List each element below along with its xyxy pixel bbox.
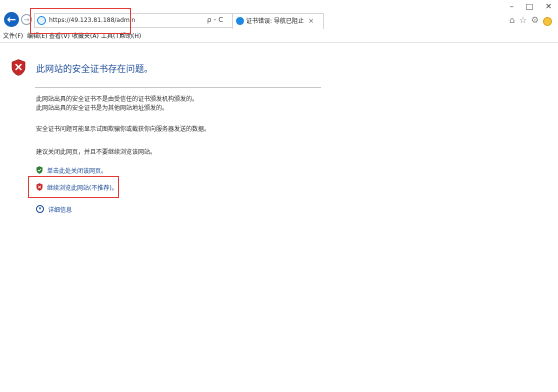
tab-ie-icon — [236, 17, 244, 25]
chevron-down-icon: ▾ — [36, 205, 44, 213]
details-label[interactable]: 详细信息 — [48, 205, 72, 214]
annotation-url-highlight — [30, 8, 131, 34]
cert-untrusted-text: 此网站出具的安全证书不是由受信任的证书颁发机构颁发的。 — [36, 96, 199, 103]
toolbar-icons: ⌂ ☆ ⚙ — [509, 16, 552, 26]
tab-title: 证书错误: 导航已阻止 — [246, 18, 304, 25]
tab-certificate-error[interactable]: 证书错误: 导航已阻止 × — [232, 13, 324, 29]
feedback-smiley-icon[interactable] — [543, 16, 552, 26]
back-arrow-icon: ← — [6, 13, 17, 26]
settings-gear-icon[interactable]: ⚙ — [531, 16, 539, 26]
error-shield-icon — [11, 59, 26, 76]
page-content: 此网站的安全证书存在问题。 此网站出具的安全证书不是由受信任的证书颁发机构颁发的… — [0, 44, 558, 392]
tab-close-icon[interactable]: × — [305, 15, 317, 28]
recommendation-text: 建议关闭此网页，并且不要继续浏览该网站。 — [36, 149, 157, 156]
maximize-button[interactable]: □ — [526, 2, 534, 12]
details-toggle[interactable]: ▾ 详细信息 — [36, 204, 72, 214]
close-window-button[interactable]: ✕ — [545, 2, 552, 12]
forward-arrow-icon: → — [23, 15, 30, 24]
menu-file[interactable]: 文件(F) — [3, 31, 23, 43]
back-button[interactable]: ← — [4, 12, 19, 27]
green-shield-icon — [36, 166, 43, 174]
divider — [35, 87, 321, 88]
home-icon[interactable]: ⌂ — [509, 16, 515, 26]
cert-risk-text: 安全证书问题可能显示试图欺骗你或截获你向服务器发送的数据。 — [36, 126, 211, 133]
close-page-link[interactable]: 单击此处关闭该网页。 — [36, 165, 107, 175]
browser-window: ← → https://49.123.81.188/admin ρ - C 证书… — [0, 0, 558, 392]
cert-mismatch-text: 此网站出具的安全证书是为其他网站地址颁发的。 — [36, 105, 169, 112]
window-controls: – □ ✕ — [510, 2, 552, 12]
page-title: 此网站的安全证书存在问题。 — [36, 65, 154, 75]
annotation-continue-highlight — [28, 176, 119, 198]
address-tools[interactable]: ρ - C — [207, 14, 223, 27]
close-page-label[interactable]: 单击此处关闭该网页。 — [47, 166, 107, 175]
minimize-button[interactable]: – — [510, 2, 514, 12]
favorites-star-icon[interactable]: ☆ — [519, 16, 527, 26]
